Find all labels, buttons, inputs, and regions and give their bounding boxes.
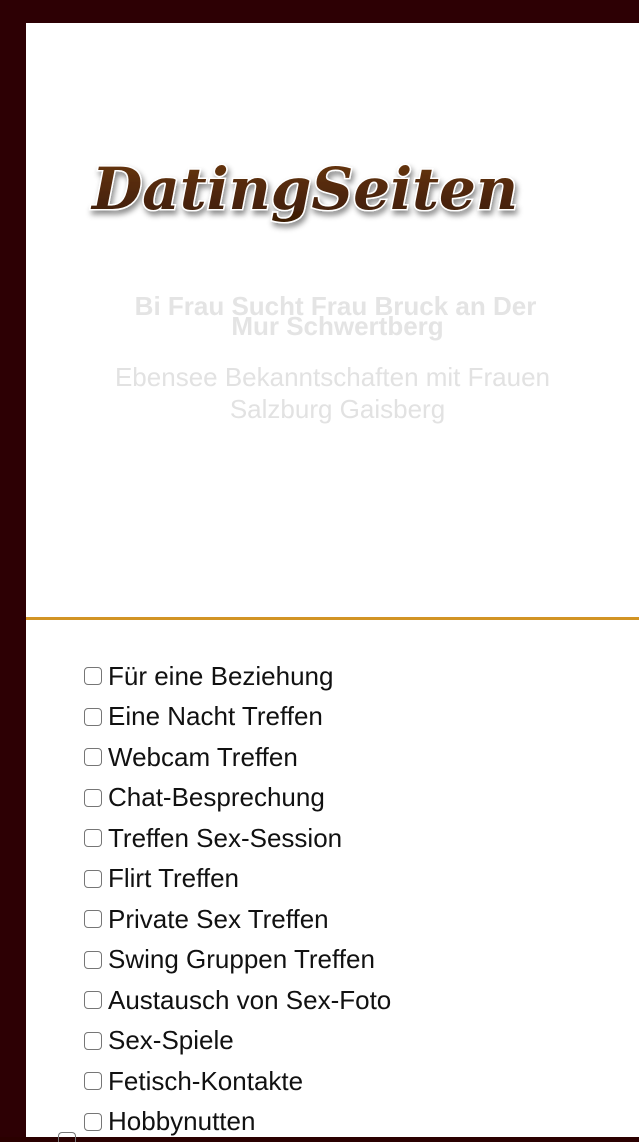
hero-title-line2: Mur Schwertberg <box>26 314 639 339</box>
option-item[interactable]: Webcam Treffen <box>84 737 391 778</box>
option-item[interactable]: Eine Nacht Treffen <box>84 697 391 738</box>
checkbox[interactable] <box>58 1132 76 1142</box>
option-label: Chat-Besprechung <box>108 782 325 813</box>
checkbox[interactable] <box>84 991 102 1009</box>
logo[interactable]: DatingSeiten <box>70 147 540 237</box>
checkbox[interactable] <box>84 789 102 807</box>
checkbox[interactable] <box>84 910 102 928</box>
option-item[interactable]: Flirt Treffen <box>84 859 391 900</box>
checkbox[interactable] <box>84 1072 102 1090</box>
option-label: Austausch von Sex-Foto <box>108 985 391 1016</box>
hero-subtitle-line2: Salzburg Gaisberg <box>26 393 639 425</box>
option-label: Treffen Sex-Session <box>108 823 342 854</box>
option-label: Hobbynutten <box>108 1106 255 1137</box>
option-label: Flirt Treffen <box>108 863 239 894</box>
option-label: Für eine Beziehung <box>108 661 333 692</box>
checkbox[interactable] <box>84 1113 102 1131</box>
option-item[interactable]: Für eine Beziehung <box>84 656 391 697</box>
section-divider <box>26 617 639 620</box>
option-label: Private Sex Treffen <box>108 904 329 935</box>
option-item[interactable]: Chat-Besprechung <box>84 778 391 819</box>
option-item[interactable]: Private Sex Treffen <box>84 899 391 940</box>
checkbox[interactable] <box>84 1032 102 1050</box>
option-label: Swing Gruppen Treffen <box>108 944 375 975</box>
option-list: Für eine Beziehung Eine Nacht Treffen We… <box>84 656 391 1142</box>
option-item[interactable]: Fetisch-Kontakte <box>84 1061 391 1102</box>
logo-text: DatingSeiten <box>90 155 518 223</box>
checkbox[interactable] <box>84 667 102 685</box>
option-item[interactable]: Treffen Sex-Session <box>84 818 391 859</box>
option-item[interactable]: Hobbynutten <box>84 1102 391 1142</box>
option-item[interactable]: Austausch von Sex-Foto <box>84 980 391 1021</box>
hero-subtitle: Ebensee Bekanntschaften mit Frauen Salzb… <box>26 361 639 425</box>
hero-subtitle-line1: Ebensee Bekanntschaften mit Frauen <box>115 362 550 392</box>
checkbox[interactable] <box>84 870 102 888</box>
checkbox[interactable] <box>84 748 102 766</box>
hero-title: Bi Frau Sucht Frau Bruck an Der Mur Schw… <box>26 294 639 339</box>
option-label: Fetisch-Kontakte <box>108 1066 303 1097</box>
checkbox[interactable] <box>84 708 102 726</box>
checkbox[interactable] <box>84 829 102 847</box>
option-label: Sex-Spiele <box>108 1025 234 1056</box>
option-label: Webcam Treffen <box>108 742 298 773</box>
content-panel: DatingSeiten Bi Frau Sucht Frau Bruck an… <box>26 23 639 1137</box>
option-item[interactable]: Swing Gruppen Treffen <box>84 940 391 981</box>
option-label: Eine Nacht Treffen <box>108 701 323 732</box>
option-item[interactable]: Sex-Spiele <box>84 1021 391 1062</box>
checkbox[interactable] <box>84 951 102 969</box>
